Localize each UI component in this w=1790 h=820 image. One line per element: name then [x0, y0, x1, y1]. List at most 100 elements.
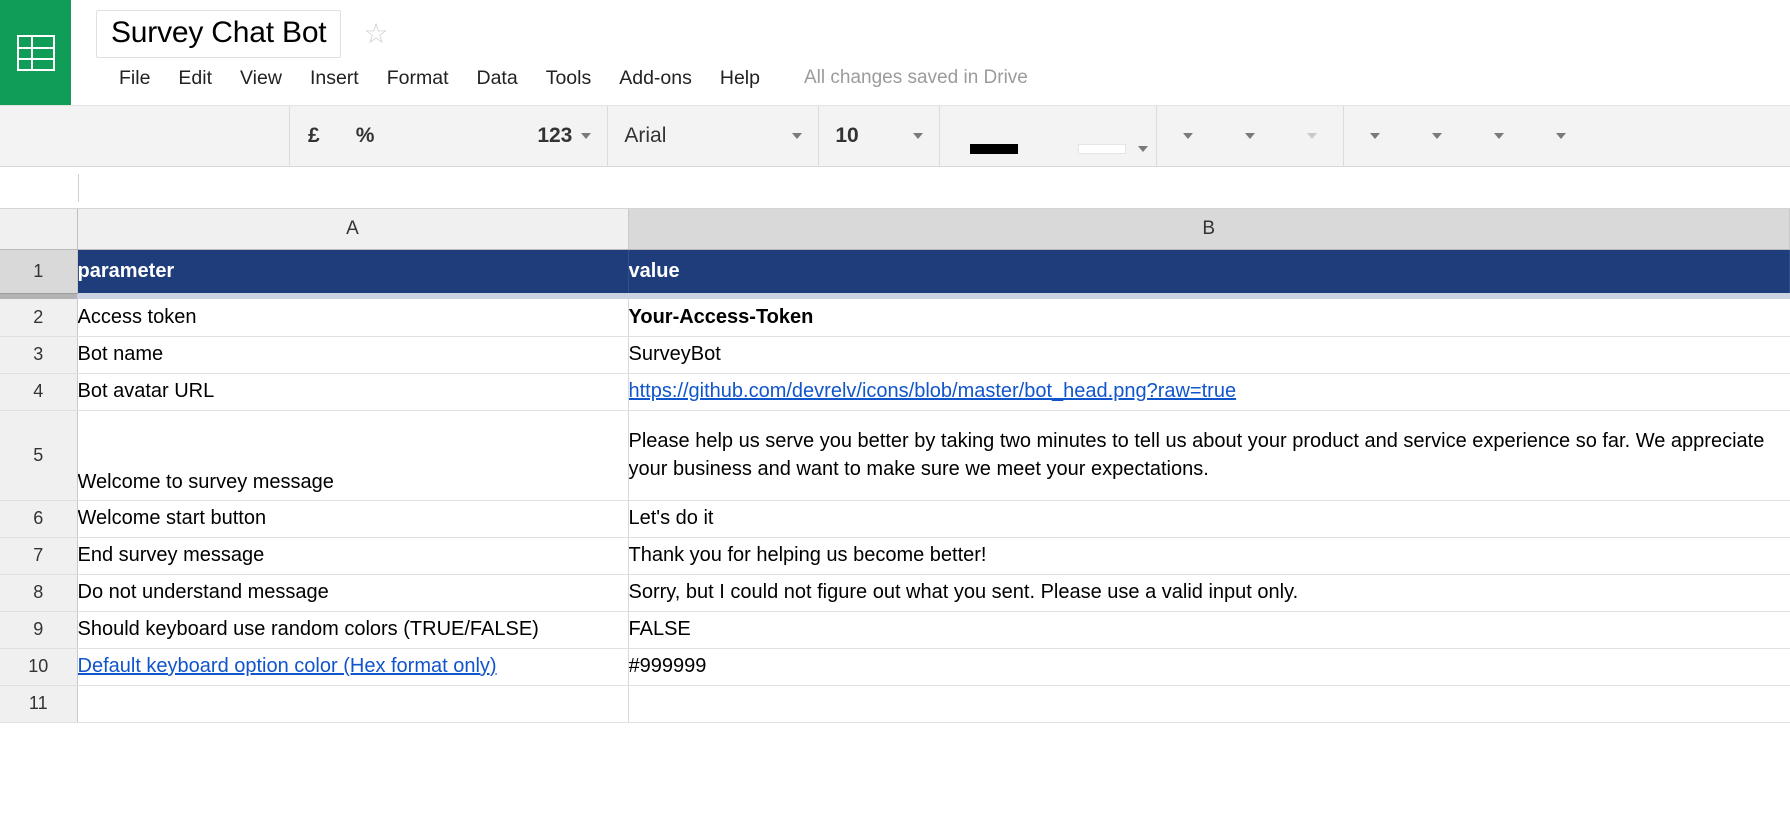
table-row: 8 Do not understand message Sorry, but I… — [0, 574, 1790, 612]
merge-cells-button[interactable] — [1219, 106, 1281, 166]
toolbar-text-style-group — [940, 106, 1158, 166]
chevron-down-icon — [1432, 133, 1443, 139]
row-header-1[interactable]: 1 — [0, 249, 78, 294]
cell-a9[interactable]: Should keyboard use random colors (TRUE/… — [77, 611, 629, 649]
menu-item-format[interactable]: Format — [373, 64, 463, 93]
row-header-4[interactable]: 4 — [0, 373, 78, 411]
star-outline-icon[interactable]: ☆ — [363, 20, 388, 48]
row-header-9[interactable]: 9 — [0, 611, 78, 649]
row-header-2[interactable]: 2 — [0, 299, 78, 337]
cell-a6[interactable]: Welcome start button — [77, 500, 629, 538]
toolbar-format-group: £ % 123 — [290, 106, 609, 166]
cell-b11[interactable] — [628, 685, 1790, 723]
chevron-down-icon — [1245, 133, 1256, 139]
spreadsheet-grid: A B 1 parameter value 2 Access token You… — [0, 209, 1790, 723]
row-header-3[interactable]: 3 — [0, 336, 78, 374]
cell-a11[interactable] — [77, 685, 629, 723]
row-header-10[interactable]: 10 — [0, 648, 78, 686]
text-wrap-button[interactable] — [1406, 106, 1468, 166]
text-color-button[interactable] — [940, 106, 1048, 166]
row-header-7[interactable]: 7 — [0, 537, 78, 575]
column-header-row: A B — [0, 209, 1790, 250]
sheets-grid-icon — [16, 34, 55, 71]
menu-item-data[interactable]: Data — [463, 64, 532, 93]
table-row: 10 Default keyboard option color (Hex fo… — [0, 648, 1790, 686]
document-title-input[interactable]: Survey Chat Bot — [96, 10, 342, 58]
row-header-5[interactable]: 5 — [0, 410, 78, 501]
cell-b3[interactable]: SurveyBot — [628, 336, 1790, 374]
menu-item-insert[interactable]: Insert — [296, 64, 373, 93]
table-row: 11 — [0, 685, 1790, 723]
cell-a8[interactable]: Do not understand message — [77, 574, 629, 612]
cell-b7[interactable]: Thank you for helping us become better! — [628, 537, 1790, 575]
cell-b6[interactable]: Let's do it — [628, 500, 1790, 538]
table-row: 5 Welcome to survey message Please help … — [0, 410, 1790, 501]
cell-a7[interactable]: End survey message — [77, 537, 629, 575]
fill-color-button[interactable] — [1048, 106, 1156, 166]
select-all-corner[interactable] — [0, 209, 78, 250]
fill-color-swatch — [1078, 144, 1127, 154]
column-header-b[interactable]: B — [628, 209, 1790, 250]
cell-b1[interactable]: value — [628, 249, 1790, 293]
font-size-value: 10 — [835, 124, 859, 147]
table-row: 6 Welcome start button Let's do it — [0, 500, 1790, 538]
table-row: 1 parameter value — [0, 249, 1790, 294]
chevron-down-icon — [913, 133, 924, 139]
cell-b5[interactable]: Please help us serve you better by takin… — [628, 410, 1790, 501]
chevron-down-icon — [1307, 133, 1318, 139]
font-size-select[interactable]: 10 — [819, 106, 939, 166]
toolbar: £ % 123 Arial 10 — [0, 105, 1790, 167]
table-row: 7 End survey message Thank you for helpi… — [0, 537, 1790, 575]
row-header-8[interactable]: 8 — [0, 574, 78, 612]
cell-a2[interactable]: Access token — [77, 299, 629, 337]
chevron-down-icon — [1556, 133, 1567, 139]
number-format-button[interactable]: 123 — [392, 106, 607, 166]
toolbar-align-group — [1344, 106, 1592, 166]
table-row: 9 Should keyboard use random colors (TRU… — [0, 611, 1790, 649]
percent-format-button[interactable]: % — [338, 106, 393, 166]
top-bar: Survey Chat Bot ☆ File Edit View Insert … — [0, 0, 1790, 105]
table-row: 3 Bot name SurveyBot — [0, 336, 1790, 374]
cell-a4[interactable]: Bot avatar URL — [77, 373, 629, 411]
menu-item-help[interactable]: Help — [706, 64, 774, 93]
menu-item-view[interactable]: View — [226, 64, 296, 93]
cell-b10[interactable]: #999999 — [628, 648, 1790, 686]
more-options-button[interactable] — [1530, 106, 1592, 166]
name-box-input[interactable] — [0, 167, 78, 208]
font-family-select[interactable]: Arial — [608, 106, 818, 166]
formula-bar — [0, 167, 1790, 209]
column-header-a[interactable]: A — [77, 209, 629, 250]
vertical-align-button[interactable] — [1344, 106, 1406, 166]
formula-input[interactable] — [79, 167, 1790, 208]
cell-b4-link[interactable]: https://github.com/devrelv/icons/blob/ma… — [628, 373, 1790, 411]
cell-b8[interactable]: Sorry, but I could not figure out what y… — [628, 574, 1790, 612]
menu-item-add-ons[interactable]: Add-ons — [605, 64, 706, 93]
table-row: 2 Access token Your-Access-Token — [0, 299, 1790, 337]
row-header-6[interactable]: 6 — [0, 500, 78, 538]
font-family-value: Arial — [624, 124, 667, 147]
menu-item-file[interactable]: File — [105, 64, 164, 93]
cell-a5[interactable]: Welcome to survey message — [77, 410, 629, 501]
borders-button[interactable] — [1157, 106, 1219, 166]
currency-format-button[interactable]: £ — [290, 106, 338, 166]
menu-bar: File Edit View Insert Format Data Tools … — [96, 58, 1790, 98]
cell-a3[interactable]: Bot name — [77, 336, 629, 374]
text-rotation-button[interactable] — [1468, 106, 1530, 166]
horizontal-align-button[interactable] — [1281, 106, 1343, 166]
toolbar-font-size-group: 10 — [819, 106, 941, 166]
number-format-label: 123 — [537, 124, 573, 147]
chevron-down-icon — [581, 133, 592, 139]
chevron-down-icon — [1370, 133, 1381, 139]
cell-a1[interactable]: parameter — [77, 249, 629, 293]
cell-a10-link[interactable]: Default keyboard option color (Hex forma… — [77, 648, 629, 686]
title-row: Survey Chat Bot ☆ — [96, 10, 1790, 58]
row-header-11[interactable]: 11 — [0, 685, 78, 723]
sheets-logo[interactable] — [0, 0, 71, 105]
toolbar-left-group — [0, 106, 290, 166]
menu-item-tools[interactable]: Tools — [532, 64, 606, 93]
cell-b9[interactable]: FALSE — [628, 611, 1790, 649]
chevron-down-icon — [1138, 146, 1149, 152]
menu-item-edit[interactable]: Edit — [164, 64, 226, 93]
chevron-down-icon — [792, 133, 803, 139]
cell-b2[interactable]: Your-Access-Token — [628, 299, 1790, 337]
